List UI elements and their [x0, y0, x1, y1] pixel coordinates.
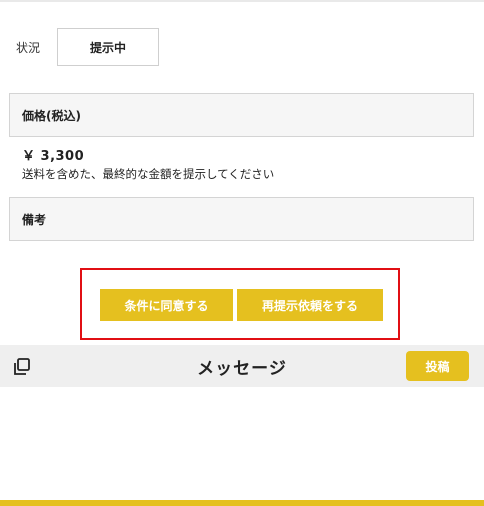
status-label: 状況 [16, 40, 41, 55]
agree-button[interactable]: 条件に同意する [100, 289, 233, 321]
price-note: 送料を含めた、最終的な金額を提示してください [22, 167, 275, 181]
post-button[interactable]: 投稿 [406, 351, 469, 381]
bottom-accent-bar [0, 500, 484, 506]
copy-icon[interactable] [12, 357, 32, 377]
notes-section-header: 備考 [9, 197, 474, 241]
status-row: 状況 提示中 [16, 28, 159, 66]
price-value: ￥ 3,300 [22, 149, 85, 164]
top-divider [0, 0, 484, 2]
message-bar: メッセージ 投稿 [0, 345, 484, 387]
price-section-header: 価格(税込) [9, 93, 474, 137]
rerequest-button[interactable]: 再提示依頼をする [237, 289, 383, 321]
status-value-box: 提示中 [57, 28, 159, 66]
